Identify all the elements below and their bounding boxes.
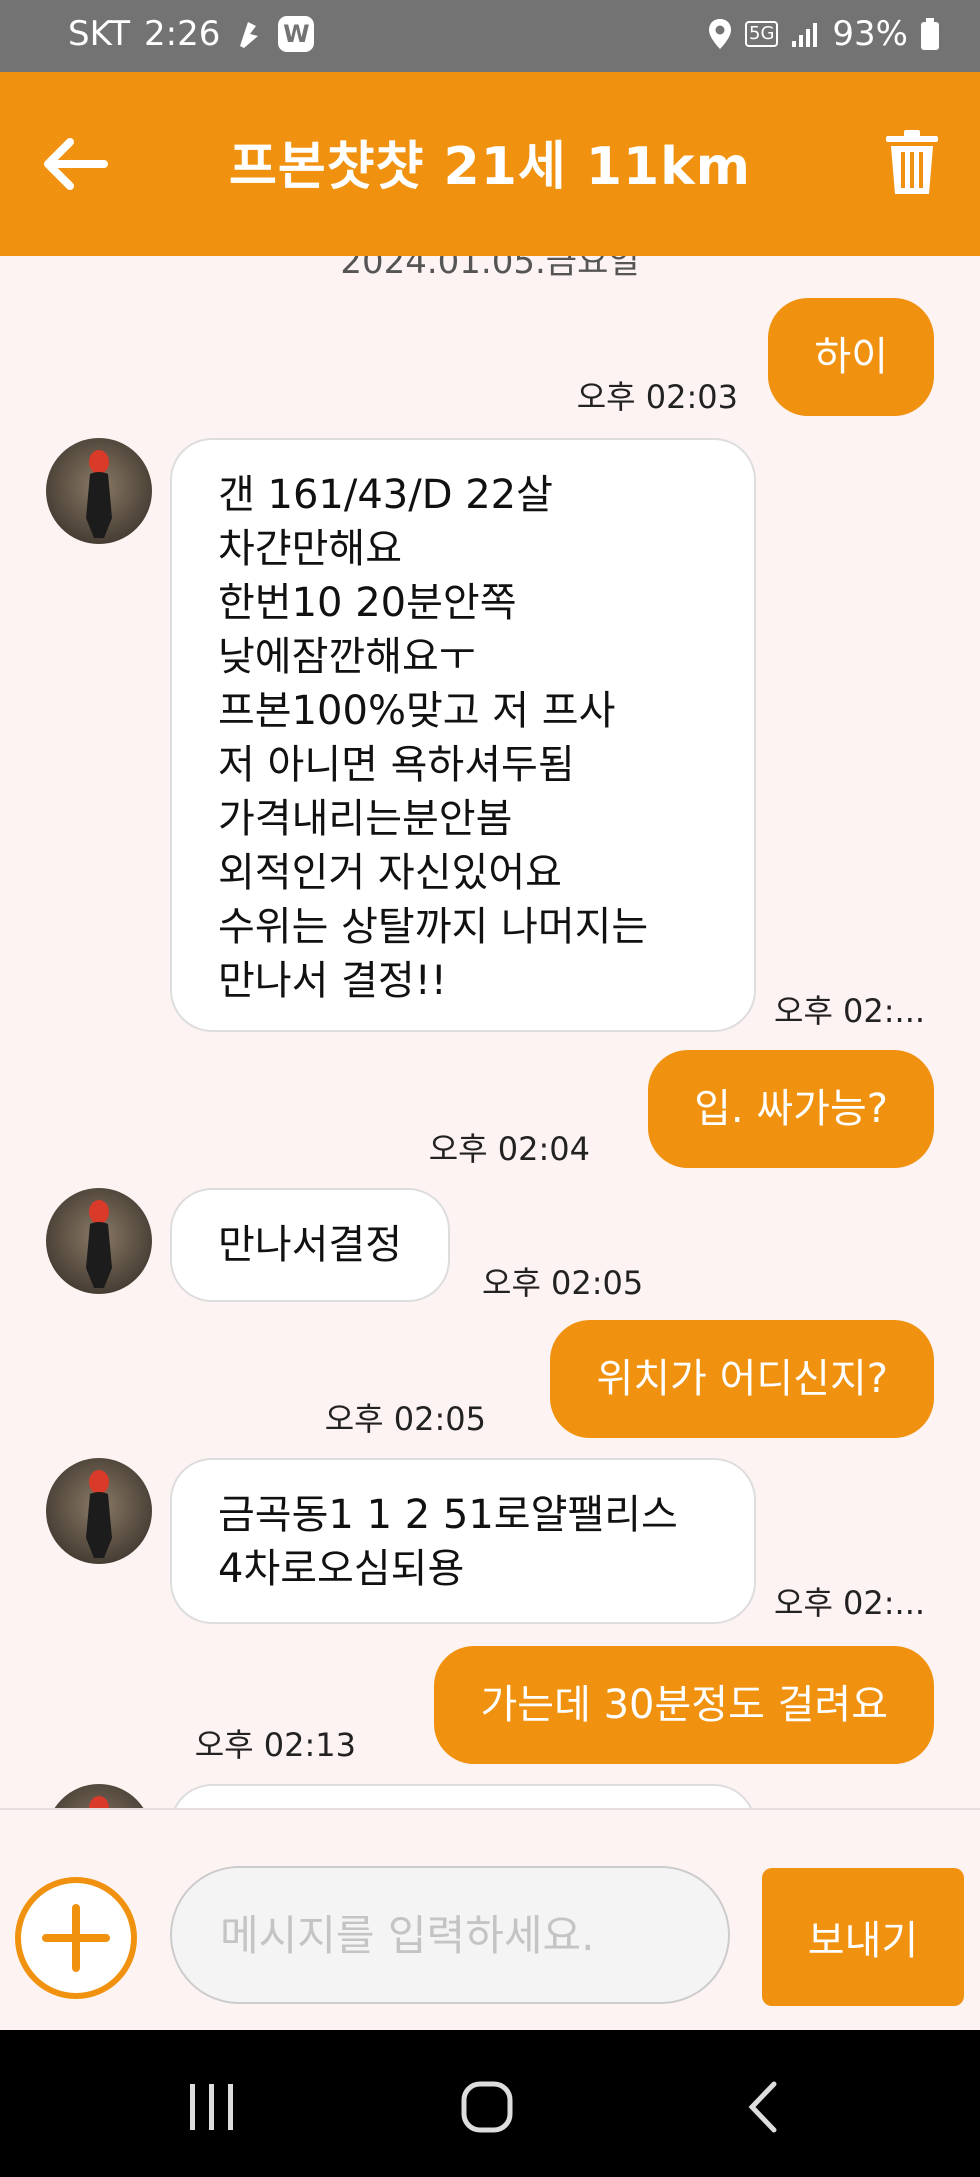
avatar[interactable]: [46, 438, 152, 544]
avatar[interactable]: [46, 1458, 152, 1564]
avatar[interactable]: [46, 1188, 152, 1294]
message-list[interactable]: 2024.01.05.금요일 하이 오후 02:03 갠 161/43/D 22…: [0, 256, 980, 1808]
notification-icon: [240, 22, 259, 48]
status-right: 5G 93%: [707, 14, 940, 54]
home-icon[interactable]: [460, 2080, 514, 2134]
date-separator: 2024.01.05.금요일: [340, 256, 640, 282]
message-time: 오후 02:04: [428, 1130, 590, 1168]
status-left: SKT 2:26 W: [68, 14, 315, 54]
message-bubble-sent[interactable]: 하이: [768, 298, 934, 416]
message-time: 오후 02:05: [482, 1264, 644, 1302]
location-icon: [709, 19, 732, 49]
battery-icon: [921, 18, 939, 50]
chat-title: 프본챳챳 21세 11km: [229, 137, 751, 197]
battery-percent: 93%: [832, 14, 908, 54]
message-bubble-sent[interactable]: 입. 싸가능?: [648, 1050, 934, 1168]
status-bar: SKT 2:26 W 5G 93%: [0, 0, 980, 72]
w-app-icon: W: [278, 16, 315, 52]
message-bubble-sent[interactable]: 위치가 어디신지?: [550, 1320, 934, 1438]
avatar[interactable]: [46, 1784, 152, 1808]
back-nav-icon[interactable]: [744, 2080, 780, 2134]
carrier-label: SKT: [68, 14, 131, 54]
trash-icon[interactable]: [884, 130, 940, 196]
network-type: 5G: [745, 21, 779, 47]
message-time: 오후 02:...: [774, 1584, 926, 1622]
system-nav-bar: [0, 2030, 980, 2177]
message-input[interactable]: [170, 1866, 730, 2004]
clock: 2:26: [144, 14, 221, 54]
message-bubble-received[interactable]: 금곡동1 1 2 51로얄팰리스 4차로오심되용: [170, 1458, 756, 1624]
signal-icon: [792, 23, 818, 47]
message-time: 오후 02:05: [324, 1400, 486, 1438]
recent-apps-icon[interactable]: [184, 2082, 240, 2132]
message-time: 오후 02:...: [774, 992, 926, 1030]
send-button[interactable]: 보내기: [762, 1868, 964, 2006]
message-time: 오후 02:13: [194, 1726, 356, 1764]
message-bubble-received[interactable]: 만나서결정: [170, 1188, 450, 1302]
message-bubble-sent[interactable]: 가는데 30분정도 걸려요: [434, 1646, 934, 1764]
plus-circle-icon[interactable]: [14, 1876, 138, 2000]
message-time: 오후 02:03: [576, 378, 738, 416]
chat-header: 프본챳챳 21세 11km: [0, 72, 980, 256]
message-bubble-received[interactable]: 갠 161/43/D 22살 차갼만해요 한번10 20분안쪽 낮에잠깐해요ㅜ …: [170, 438, 756, 1032]
message-bubble-received-partial[interactable]: [170, 1784, 756, 1808]
